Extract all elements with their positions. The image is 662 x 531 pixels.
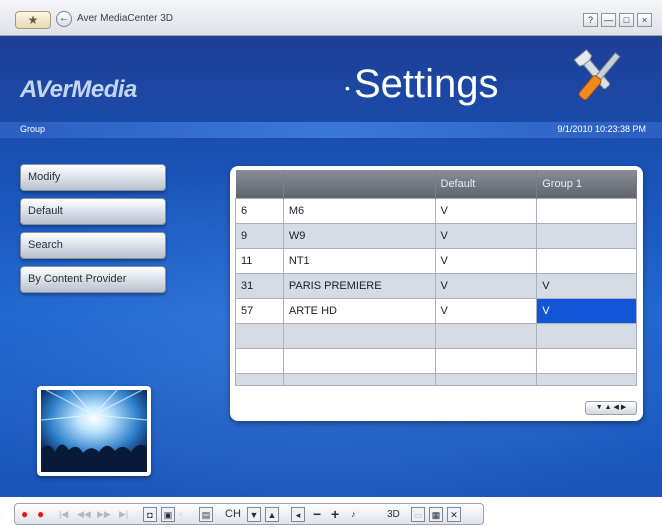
tools-icon [573,48,621,101]
search-button[interactable]: Search [20,232,166,259]
column-header-number [235,170,284,198]
group1-cell[interactable]: V [536,272,637,299]
group1-cell[interactable] [536,222,637,249]
default-button[interactable]: Default [20,198,166,225]
page-title: Settings [354,62,499,106]
table-row[interactable]: 11 NT1 V [235,247,637,274]
volume-down-icon[interactable]: − [313,507,321,522]
column-header-group1[interactable]: Group 1 [536,170,637,198]
empty-row [235,347,637,374]
skip-back-icon[interactable]: |◀ [59,507,68,522]
table-row[interactable]: 9 W9 V [235,222,637,249]
channel-name: M6 [282,197,436,224]
rewind-icon[interactable]: ◀◀ [77,507,91,522]
pager-controls[interactable]: ▼ ▲ ◀ ▶ [585,401,637,415]
table-row[interactable]: 31 PARIS PREMIERE V V [235,272,637,299]
main-area: AVerMedia • Settings Group 9/1/2010 10:2… [0,36,662,497]
table-header-row: Default Group 1 [235,170,637,198]
default-cell[interactable]: V [434,297,538,324]
channel-table: Default Group 1 6 M6 V 9 W9 V 11 NT1 V 3… [235,170,637,386]
snapshot-icon[interactable]: ◘ [143,507,157,522]
mute-icon[interactable]: ♪ [351,507,356,522]
modify-button[interactable]: Modify [20,164,166,191]
breadcrumb: Group [20,124,46,134]
default-cell[interactable]: V [434,197,538,224]
default-cell[interactable]: V [434,222,538,249]
channel-name: NT1 [282,247,436,274]
concert-image [40,389,148,472]
table-row[interactable]: 57 ARTE HD V V [235,297,637,324]
channel-number: 57 [235,297,284,324]
channel-name: ARTE HD [282,297,436,324]
restore-button[interactable]: □ [619,13,634,27]
channel-name: PARIS PREMIERE [282,272,436,299]
channel-grid-panel: Default Group 1 6 M6 V 9 W9 V 11 NT1 V 3… [230,166,643,421]
group1-cell[interactable] [536,247,637,274]
playback-toolbar: ● ● |◀ ◀◀ ▶▶ ▶| ◘ ▣ ▫ ▤ CH ▼ ▲ ◂ − + ♪ 3… [14,503,484,525]
power-icon[interactable]: ● [21,507,28,522]
channel-number: 11 [235,247,284,274]
preview-thumbnail[interactable] [37,386,151,476]
date-time: 9/1/2010 10:23:38 PM [557,124,646,134]
close-button[interactable]: × [637,13,652,27]
table-row[interactable]: 6 M6 V [235,197,637,224]
record-icon[interactable]: ● [37,507,44,522]
channel-down-icon[interactable]: ▼ [247,507,261,522]
default-cell[interactable]: V [434,247,538,274]
epg-icon[interactable]: ▦ [429,507,443,522]
volume-up-icon[interactable]: + [331,507,339,522]
title-bar: ★ ← Aver MediaCenter 3D ? — □ × [0,0,662,36]
channel-number: 9 [235,222,284,249]
channel-label: CH [225,508,241,520]
minimize-button[interactable]: — [601,13,616,27]
empty-row [235,372,637,386]
channel-number: 31 [235,272,284,299]
channel-up-icon[interactable]: ▲ [265,507,279,522]
bottom-bar: ● ● |◀ ◀◀ ▶▶ ▶| ◘ ▣ ▫ ▤ CH ▼ ▲ ◂ − + ♪ 3… [0,497,662,531]
group1-cell-selected[interactable]: V [536,297,637,324]
back-button[interactable]: ← [56,11,72,27]
channel-name: W9 [282,222,436,249]
default-cell[interactable]: V [434,272,538,299]
3d-mode-label[interactable]: 3D [387,507,400,522]
teletext-icon[interactable]: ▤ [199,507,213,522]
settings-tools-icon[interactable]: ✕ [447,507,461,522]
pip-icon[interactable]: ▣ [161,507,175,522]
window-title: Aver MediaCenter 3D [77,13,173,24]
aspect-icon[interactable]: ▭ [411,507,425,522]
disabled-icon: ▫ [179,509,183,519]
channel-number: 6 [235,197,284,224]
help-button[interactable]: ? [583,13,598,27]
brand-logo: AVerMedia [20,76,137,103]
group1-cell[interactable] [536,197,637,224]
home-button[interactable]: ★ [15,11,51,29]
volume-icon[interactable]: ◂ [291,507,305,522]
empty-row [235,322,637,349]
skip-forward-icon[interactable]: ▶| [119,507,128,522]
title-bullet: • [345,80,350,96]
column-header-default[interactable]: Default [435,170,538,198]
column-header-name [283,170,436,198]
fast-forward-icon[interactable]: ▶▶ [97,507,111,522]
by-content-provider-button[interactable]: By Content Provider [20,266,166,293]
